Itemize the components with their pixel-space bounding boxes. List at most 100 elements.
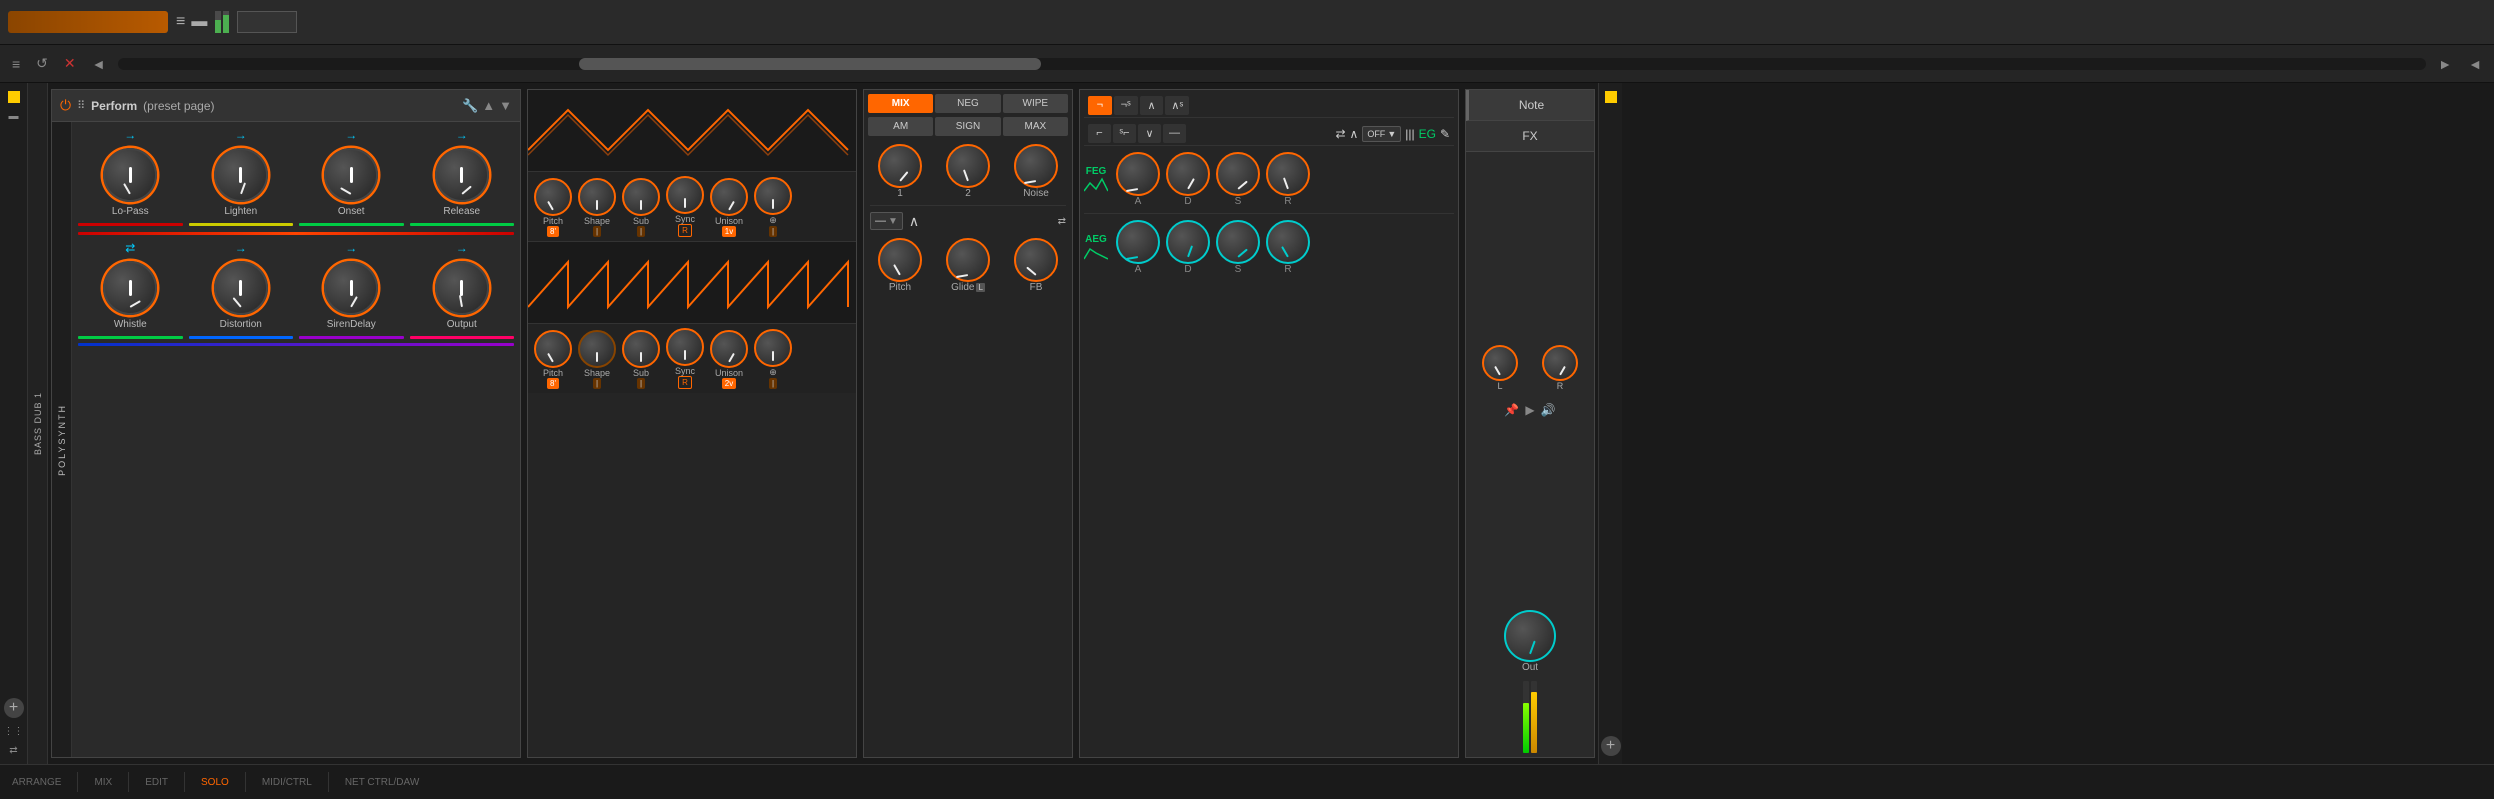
sign-btn[interactable]: SIGN [935,117,1000,136]
nav-left-icon[interactable]: ≡ [8,54,24,74]
aeg-a-knob[interactable] [1116,220,1160,264]
wrench-icon[interactable]: 🔧 [462,98,478,114]
osc1-pitch-knob[interactable] [534,178,572,216]
wave-btn-5[interactable]: ⌐ [1088,124,1111,143]
wave-btn-8[interactable]: — [1163,124,1186,143]
onset-knob[interactable] [324,148,378,202]
feg-s-knob[interactable] [1216,152,1260,196]
osc2-link-knob[interactable] [754,329,792,367]
mixer-glide-knob[interactable] [946,238,990,282]
env-bars-icon[interactable]: ||| [1405,127,1414,141]
feg-d-knob[interactable] [1166,152,1210,196]
lr-pan-area: L R [1466,337,1594,399]
env-pencil-icon[interactable]: ✎ [1440,127,1450,141]
bottom-edit[interactable]: EDIT [145,777,168,788]
osc2-pitch-knob[interactable] [534,330,572,368]
aeg-s-knob[interactable] [1216,220,1260,264]
neg-btn[interactable]: NEG [935,94,1000,113]
wave-btn-4[interactable]: ∧ˢ [1165,96,1189,115]
osc2-pitch-label: Pitch [543,368,563,378]
wave-btn-3[interactable]: ∧ [1140,96,1164,115]
osc1-shape-knob[interactable] [578,178,616,216]
osc2-unison-knob[interactable] [710,330,748,368]
mixer-osc2-knob[interactable] [946,144,990,188]
arrow-down-icon[interactable]: ▼ [499,98,512,114]
bottom-net[interactable]: NET CTRL/DAW [345,777,419,788]
aeg-icon [1084,245,1108,261]
pan-l-knob[interactable] [1482,345,1518,381]
preset-name-bar[interactable] [8,11,168,33]
arrow-right-icon2: → [235,128,247,142]
release-knob[interactable] [435,148,489,202]
list-icon[interactable]: ≡ [176,13,185,31]
arrow-up-icon[interactable]: ▲ [482,98,495,114]
output-knob[interactable] [435,261,489,315]
scrollbar-track[interactable] [118,58,2427,70]
wave-btn-7[interactable]: ∨ [1138,124,1161,143]
bottom-midi[interactable]: MIDI/CTRL [262,777,312,788]
mix-btn[interactable]: MIX [868,94,933,113]
osc1-link-knob[interactable] [754,177,792,215]
bottom-arrange[interactable]: ARRANGE [12,777,61,788]
osc1-sub-knob[interactable] [622,178,660,216]
note-button[interactable]: Note [1466,90,1594,121]
osc2-wave-display [528,242,856,324]
am-btn[interactable]: AM [868,117,933,136]
env-off-dropdown[interactable]: OFF ▼ [1362,126,1401,142]
out-knob[interactable] [1504,610,1556,662]
layer-icon[interactable]: ▬ [9,111,19,122]
drag-handle-icon[interactable]: ⠿ [77,99,85,112]
sirendelay-knob[interactable] [324,261,378,315]
mixer-pitch-knob[interactable] [878,238,922,282]
mixer-osc1-knob[interactable] [878,144,922,188]
wipe-btn[interactable]: WIPE [1003,94,1068,113]
mixer-arrows-icon[interactable]: ⇄ [1058,216,1066,227]
bottom-solo[interactable]: SOLO [201,777,229,788]
distortion-knob[interactable] [214,261,268,315]
wave-btn-2[interactable]: ¬ˢ [1114,96,1138,115]
aeg-d-knob[interactable] [1166,220,1210,264]
swap-icon[interactable]: ⇄ [9,745,17,756]
osc2-shape-knob[interactable] [578,330,616,368]
nav-arrow-left2[interactable]: ◄ [2464,54,2486,74]
mixer-env-dropdown[interactable]: — ▼ [870,212,903,230]
nav-back-icon[interactable]: ↺ [32,53,52,74]
feg-a-knob[interactable] [1116,152,1160,196]
aeg-r-knob[interactable] [1266,220,1310,264]
feg-r-knob[interactable] [1266,152,1310,196]
add-track-button[interactable]: + [4,698,24,718]
fx-button[interactable]: FX [1466,121,1594,152]
env-wave-icon[interactable]: ∧ [1350,127,1359,141]
env-eg-icon[interactable]: EG [1419,127,1436,141]
env-arrow-icon[interactable]: ⇄ [1335,127,1345,141]
pan-r-knob[interactable] [1542,345,1578,381]
speaker-icon[interactable]: 🔊 [1541,403,1556,417]
wave-btn-1[interactable]: ¬ [1088,96,1112,115]
whistle-knob[interactable] [103,261,157,315]
mixer-noise-knob[interactable] [1014,144,1058,188]
lighten-knob[interactable] [214,148,268,202]
power-icon[interactable]: ⏻ [60,97,71,114]
play-icon[interactable]: ▶ [1525,403,1534,417]
wave-btn-6[interactable]: ˢ⌐ [1113,124,1136,143]
right-add-button[interactable]: + [1601,736,1621,756]
bottom-mix[interactable]: MIX [94,777,112,788]
pin-icon[interactable]: 📌 [1504,403,1519,417]
scrollbar-thumb[interactable] [579,58,1041,70]
feg-a-group: A [1116,152,1160,207]
mixer-wave-icon[interactable]: ∧ [909,213,919,230]
osc1-unison-knob[interactable] [710,178,748,216]
mixer-fb-knob[interactable] [1014,238,1058,282]
bars-icon[interactable]: ▬ [191,13,207,31]
osc1-sync-knob[interactable] [666,176,704,214]
lopass-knob[interactable] [103,148,157,202]
osc2-sync-knob[interactable] [666,328,704,366]
osc2-sub-knob[interactable] [622,330,660,368]
nav-arrow-left[interactable]: ◄ [88,54,110,74]
nav-close-icon[interactable]: ✕ [60,53,80,74]
osc1-link-value: | [769,226,777,237]
max-btn[interactable]: MAX [1003,117,1068,136]
nav-arrow-right[interactable]: ► [2434,54,2456,74]
dots-icon[interactable]: ⋮⋮ [4,726,24,737]
feg-s-label: S [1235,196,1242,207]
